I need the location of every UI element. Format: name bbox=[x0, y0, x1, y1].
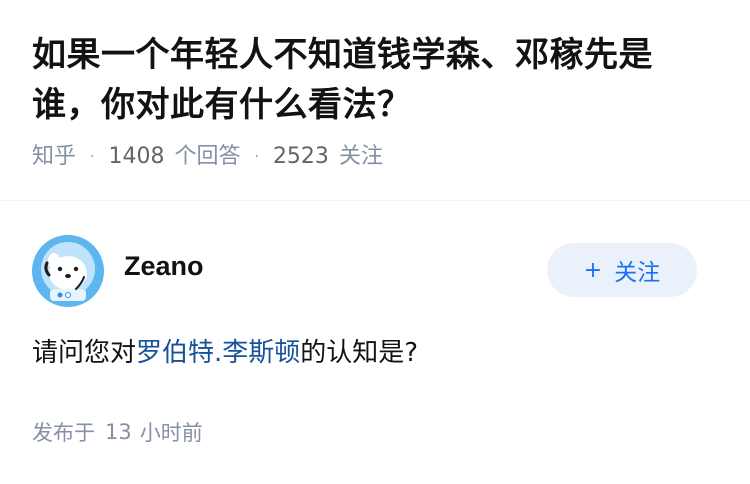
answer-content: 请问您对罗伯特.李斯顿的认知是? bbox=[32, 333, 718, 373]
publish-amount: 13 bbox=[105, 420, 132, 444]
plus-icon: + bbox=[583, 257, 603, 283]
publish-suffix: 小时前 bbox=[139, 421, 203, 445]
meta-separator: · bbox=[90, 149, 95, 165]
author-name[interactable]: Zeano bbox=[124, 251, 204, 282]
question-meta: 知乎 · 1408 个回答 · 2523 关注 bbox=[32, 142, 718, 172]
answer-card: Zeano + 关注 请问您对罗伯特.李斯顿的认知是? 发布于 13 小时前 bbox=[0, 201, 750, 447]
answer-count: 1408 bbox=[108, 144, 165, 169]
publish-prefix: 发布于 bbox=[32, 421, 95, 445]
avatar[interactable] bbox=[32, 235, 104, 307]
follow-button-label: 关注 bbox=[614, 260, 661, 286]
content-text-before: 请问您对 bbox=[32, 338, 137, 368]
source-label[interactable]: 知乎 bbox=[32, 142, 76, 172]
meta-separator: · bbox=[254, 149, 259, 165]
author-row: Zeano + 关注 bbox=[32, 201, 718, 311]
follower-count: 2523 bbox=[272, 144, 329, 169]
answer-count-label[interactable]: 个回答 bbox=[174, 142, 240, 172]
content-text-after: 的认知是? bbox=[300, 338, 419, 368]
question-title[interactable]: 如果一个年轻人不知道钱学森、邓稼先是谁，你对此有什么看法？ bbox=[32, 30, 718, 130]
publish-time: 发布于 13 小时前 bbox=[32, 417, 718, 447]
astronaut-dog-avatar-icon bbox=[32, 235, 104, 307]
follower-count-label: 关注 bbox=[338, 144, 383, 169]
content-link[interactable]: 罗伯特.李斯顿 bbox=[136, 338, 300, 368]
follow-button[interactable]: + 关注 bbox=[547, 243, 697, 297]
question-header: 如果一个年轻人不知道钱学森、邓稼先是谁，你对此有什么看法？ 知乎 · 1408 … bbox=[0, 0, 750, 170]
